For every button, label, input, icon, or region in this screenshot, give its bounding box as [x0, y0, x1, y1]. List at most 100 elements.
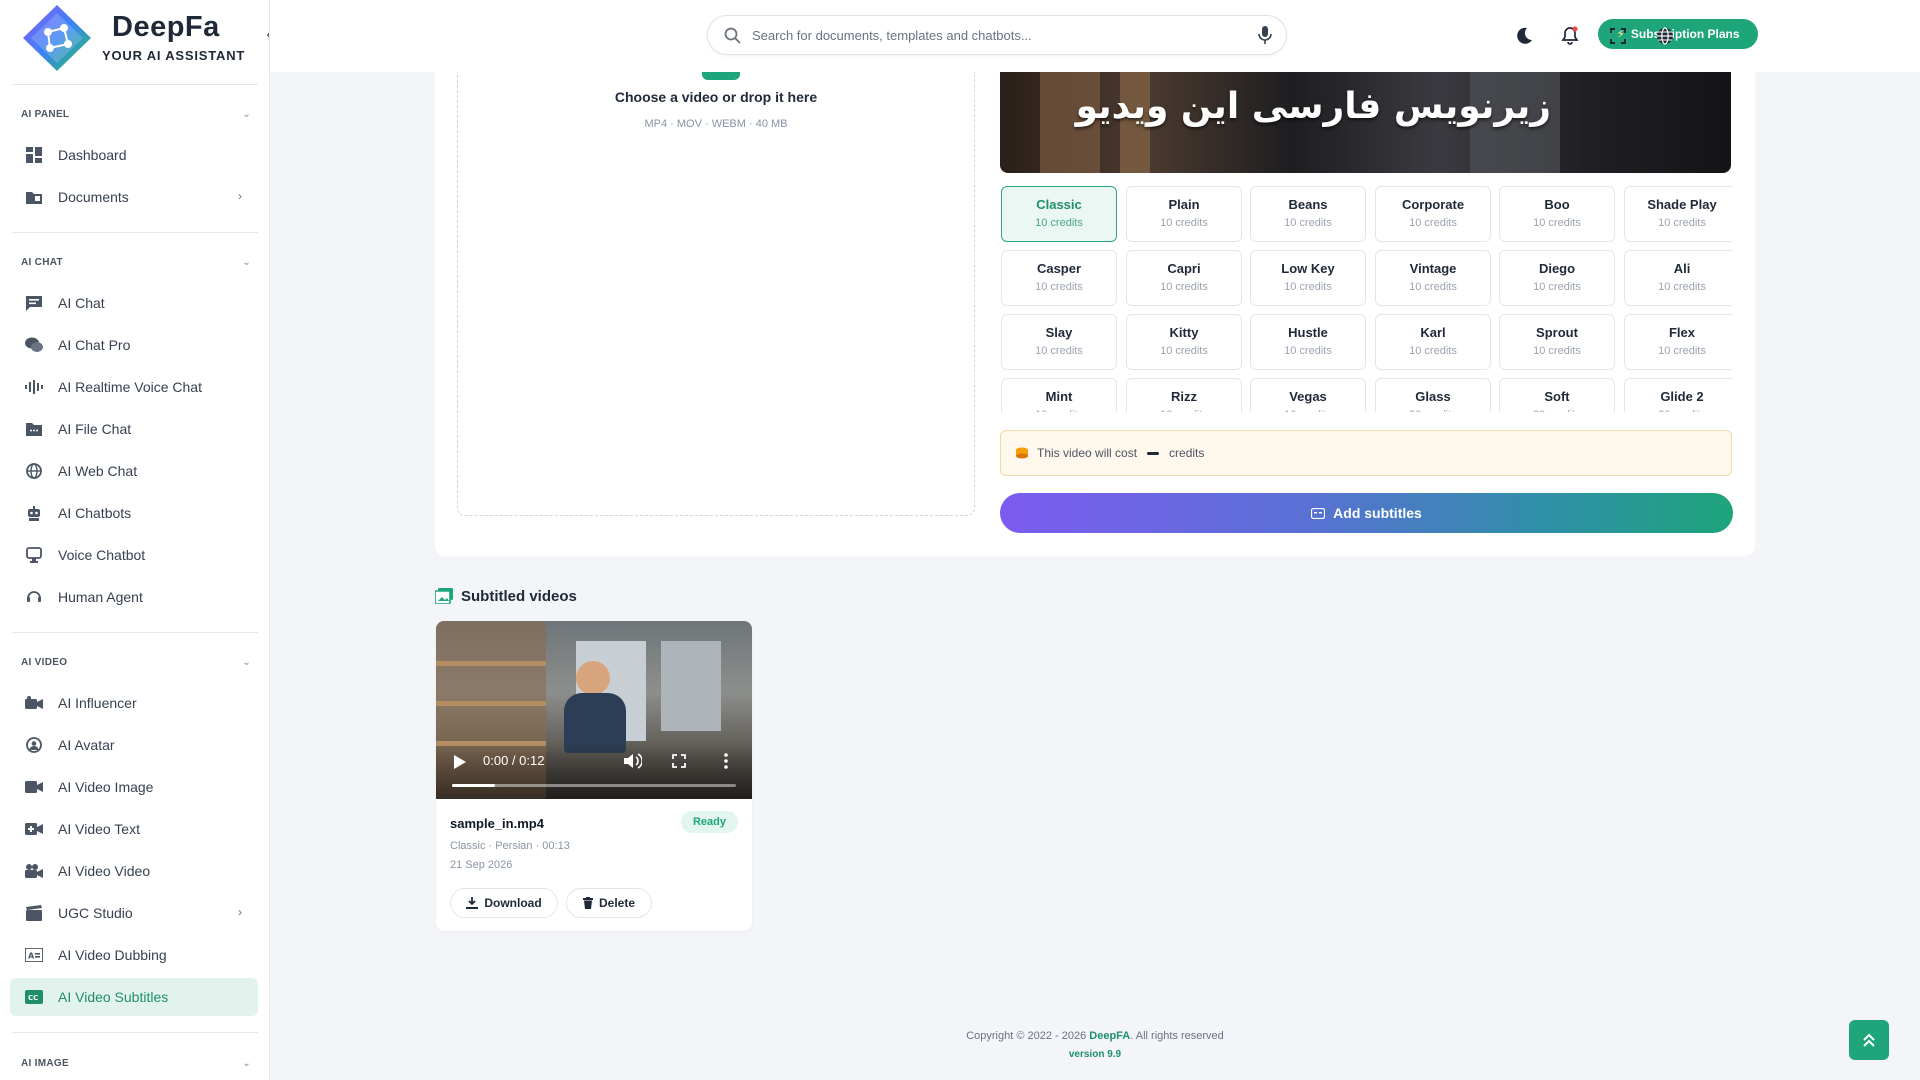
subscription-label: Subscription Plans: [1630, 27, 1740, 41]
sidebar-divider: [12, 84, 258, 85]
style-option-capri[interactable]: Capri 10 credits: [1126, 250, 1242, 306]
video-camera-icon: [25, 778, 43, 796]
style-option-rizz[interactable]: Rizz 10 credits: [1126, 378, 1242, 412]
style-option-classic[interactable]: Classic 10 credits: [1001, 186, 1117, 242]
style-option-shade-play[interactable]: Shade Play 10 credits: [1624, 186, 1732, 242]
video-scene-shape: [576, 661, 610, 695]
search-input[interactable]: [752, 16, 1232, 54]
style-option-plain[interactable]: Plain 10 credits: [1126, 186, 1242, 242]
style-option-karl[interactable]: Karl 10 credits: [1375, 314, 1491, 370]
sidebar-item-label: Dashboard: [58, 147, 127, 163]
style-credits: 20 credits: [1500, 409, 1614, 412]
section-ai-chat[interactable]: AI CHAT ⌄: [21, 257, 251, 273]
more-options-icon[interactable]: [724, 753, 728, 769]
style-option-mint[interactable]: Mint 10 credits: [1001, 378, 1117, 412]
video-player[interactable]: 0:00 / 0:12: [436, 621, 752, 799]
style-option-slay[interactable]: Slay 10 credits: [1001, 314, 1117, 370]
sidebar-item-ai-avatar[interactable]: AI Avatar: [10, 726, 258, 764]
sidebar-item-ai-chatbots[interactable]: AI Chatbots: [10, 494, 258, 532]
double-chevron-up-icon: [1863, 1033, 1875, 1047]
scroll-to-top-button[interactable]: [1849, 1020, 1889, 1060]
style-option-flex[interactable]: Flex 10 credits: [1624, 314, 1732, 370]
section-ai-image[interactable]: AI IMAGE ⌄: [21, 1058, 251, 1074]
sidebar-divider: [12, 632, 258, 633]
sidebar-item-ai-video-subtitles[interactable]: CC AI Video Subtitles: [10, 978, 258, 1016]
sidebar-item-ai-chat-pro[interactable]: AI Chat Pro: [10, 326, 258, 364]
download-button[interactable]: Download: [450, 888, 558, 918]
sidebar-item-label: Documents: [58, 189, 129, 205]
style-option-hustle[interactable]: Hustle 10 credits: [1250, 314, 1366, 370]
video-progress-fill: [452, 784, 495, 787]
sidebar: DeepFa YOUR AI ASSISTANT ‹ AI PANEL ⌄ Da…: [0, 0, 270, 1080]
avatar-icon: [25, 736, 43, 754]
style-option-low-key[interactable]: Low Key 10 credits: [1250, 250, 1366, 306]
sidebar-item-ai-web-chat[interactable]: AI Web Chat: [10, 452, 258, 490]
sidebar-item-dashboard[interactable]: Dashboard: [10, 136, 258, 174]
bell-icon[interactable]: [1558, 24, 1582, 48]
style-option-soft[interactable]: Soft 20 credits: [1499, 378, 1615, 412]
video-progress-track[interactable]: [452, 784, 736, 787]
play-icon[interactable]: [454, 755, 466, 769]
video-time: 0:00 / 0:12: [483, 753, 545, 768]
style-option-diego[interactable]: Diego 10 credits: [1499, 250, 1615, 306]
style-option-kitty[interactable]: Kitty 10 credits: [1126, 314, 1242, 370]
style-option-vegas[interactable]: Vegas 10 credits: [1250, 378, 1366, 412]
style-option-glass[interactable]: Glass 20 credits: [1375, 378, 1491, 412]
video-dropzone[interactable]: Choose a video or drop it here MP4 · MOV…: [457, 72, 975, 516]
style-credits: 20 credits: [1376, 409, 1490, 412]
style-option-sprout[interactable]: Sprout 10 credits: [1499, 314, 1615, 370]
cost-value-placeholder: [1147, 451, 1160, 455]
chevron-down-icon: ⌄: [242, 257, 251, 268]
sidebar-item-ai-video-image[interactable]: AI Video Image: [10, 768, 258, 806]
dubbing-icon: A: [25, 946, 43, 964]
moon-icon[interactable]: [1512, 24, 1536, 48]
sidebar-item-documents[interactable]: Documents ›: [10, 178, 258, 216]
style-credits: 10 credits: [1409, 281, 1457, 293]
brand-logo[interactable]: DeepFa YOUR AI ASSISTANT: [20, 2, 250, 74]
style-credits: 10 credits: [1160, 217, 1208, 229]
add-subtitles-button[interactable]: Add subtitles: [1000, 493, 1733, 533]
sidebar-item-ai-realtime-voice-chat[interactable]: AI Realtime Voice Chat: [10, 368, 258, 406]
style-option-casper[interactable]: Casper 10 credits: [1001, 250, 1117, 306]
footer-brand-link[interactable]: DeepFA: [1089, 1030, 1130, 1042]
sidebar-item-label: AI Video Text: [58, 821, 140, 837]
style-credits: 10 credits: [1409, 217, 1457, 229]
style-name: Karl: [1420, 325, 1446, 340]
style-option-vintage[interactable]: Vintage 10 credits: [1375, 250, 1491, 306]
style-option-glide-2[interactable]: Glide 2 20 credits: [1624, 378, 1732, 412]
brain-logo-icon: [23, 5, 91, 71]
style-credits: 10 credits: [1127, 409, 1241, 412]
trash-icon: [582, 897, 593, 909]
style-option-beans[interactable]: Beans 10 credits: [1250, 186, 1366, 242]
sidebar-item-voice-chatbot[interactable]: Voice Chatbot: [10, 536, 258, 574]
volume-icon[interactable]: [624, 753, 642, 769]
style-option-corporate[interactable]: Corporate 10 credits: [1375, 186, 1491, 242]
style-option-boo[interactable]: Boo 10 credits: [1499, 186, 1615, 242]
microphone-icon[interactable]: [1258, 26, 1272, 45]
sidebar-item-ai-influencer[interactable]: AI Influencer: [10, 684, 258, 722]
sidebar-item-label: AI Influencer: [58, 695, 137, 711]
video-date: 21 Sep 2026: [450, 859, 513, 871]
fullscreen-icon[interactable]: [672, 754, 686, 768]
cost-prefix: This video will cost: [1037, 446, 1138, 460]
sidebar-collapse-icon[interactable]: ‹: [262, 24, 269, 46]
sidebar-item-ai-video-text[interactable]: AI Video Text: [10, 810, 258, 848]
language-globe-icon[interactable]: [1653, 24, 1677, 48]
sidebar-item-ugc-studio[interactable]: UGC Studio ›: [10, 894, 258, 932]
sidebar-item-ai-video-dubbing[interactable]: A AI Video Dubbing: [10, 936, 258, 974]
style-name: Plain: [1168, 197, 1200, 212]
style-name: Shade Play: [1647, 197, 1717, 212]
search-bar[interactable]: [707, 15, 1287, 55]
section-ai-video[interactable]: AI VIDEO ⌄: [21, 657, 251, 673]
style-credits: 10 credits: [1658, 217, 1706, 229]
style-option-ali[interactable]: Ali 10 credits: [1624, 250, 1732, 306]
sidebar-item-ai-file-chat[interactable]: AI File Chat: [10, 410, 258, 448]
delete-button[interactable]: Delete: [566, 888, 652, 918]
sidebar-item-ai-chat[interactable]: AI Chat: [10, 284, 258, 322]
style-credits: 10 credits: [1533, 217, 1581, 229]
section-ai-panel[interactable]: AI PANEL ⌄: [21, 109, 251, 125]
sidebar-item-human-agent[interactable]: Human Agent: [10, 578, 258, 616]
fullscreen-icon[interactable]: [1606, 24, 1630, 48]
video-scene-shape: [436, 701, 546, 706]
sidebar-item-ai-video-video[interactable]: AI Video Video: [10, 852, 258, 890]
